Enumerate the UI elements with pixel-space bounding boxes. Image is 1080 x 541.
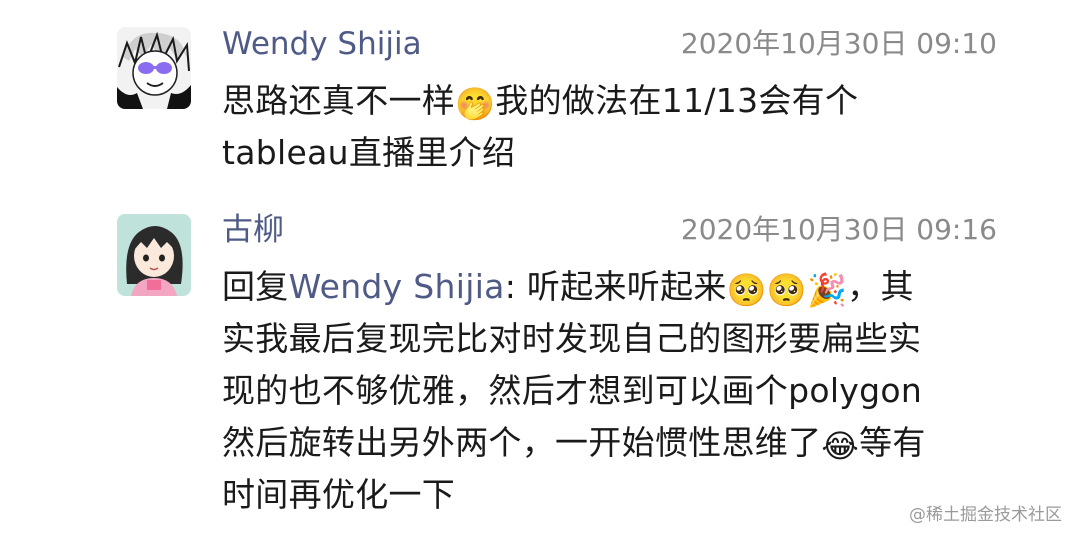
user-avatar-guliu-icon <box>117 214 191 296</box>
pleading-face-emoji-icon: 🥺 <box>726 271 767 309</box>
reply-prefix: 回复 <box>222 267 289 306</box>
pleading-face-emoji-icon: 🥺 <box>766 271 808 309</box>
avatar[interactable] <box>117 214 191 296</box>
message-timestamp: 2020年10月30日 09:16 <box>680 213 997 246</box>
message-timestamp: 2020年10月30日 09:10 <box>680 27 997 60</box>
sender-name[interactable]: Wendy Shijia <box>222 26 422 62</box>
user-avatar-wendy-icon <box>117 27 191 109</box>
message-text: 思路还真不一样🤭我的做法在11/13会有个 tableau直播里介绍 <box>222 75 1022 179</box>
mention-link[interactable]: Wendy Shijia <box>289 267 505 306</box>
avatar[interactable] <box>117 27 191 109</box>
tears-of-joy-emoji-icon: 😂 <box>821 427 860 465</box>
message-text: 回复Wendy Shijia: 听起来听起来🥺🥺🎉，其 实我最后复现完比对时发现… <box>222 261 1022 521</box>
message-text-part: : 听起来听起来 <box>504 267 727 306</box>
party-popper-emoji-icon: 🎉 <box>807 271 848 309</box>
message-text-part: 思路还真不一样 <box>222 81 456 120</box>
thinking-face-emoji-icon: 🤭 <box>455 85 496 123</box>
watermark: @稀土掘金技术社区 <box>909 505 1062 525</box>
sender-name[interactable]: 古柳 <box>222 212 284 248</box>
